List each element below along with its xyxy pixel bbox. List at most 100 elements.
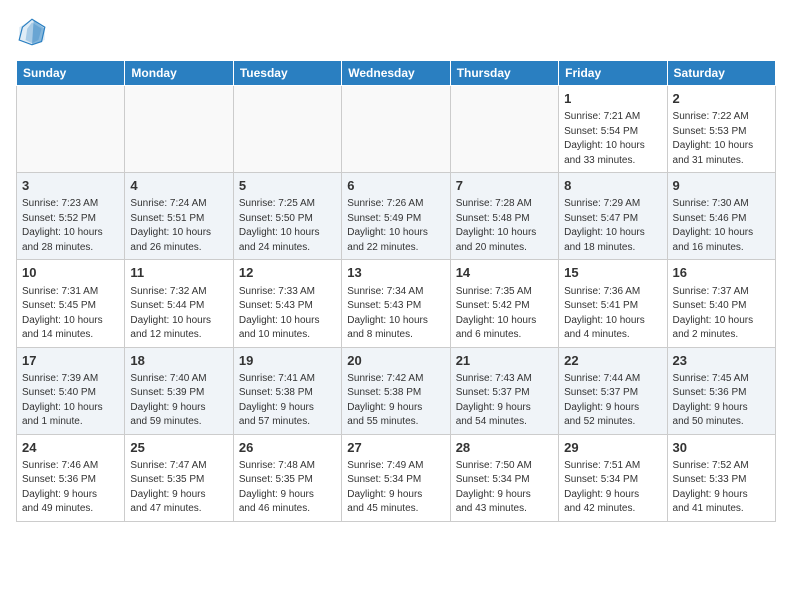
calendar-week-5: 24 Sunrise: 7:46 AM Sunset: 5:36 PM Dayli… (17, 434, 776, 521)
header-row: SundayMondayTuesdayWednesdayThursdayFrid… (17, 61, 776, 86)
day-info: Sunrise: 7:30 AM Sunset: 5:46 PM Dayligh… (673, 197, 770, 255)
column-header-sunday: Sunday (17, 61, 125, 86)
day-number: 3 (22, 177, 119, 195)
calendar-cell: 27 Sunrise: 7:49 AM Sunset: 5:34 PM Dayli… (342, 434, 450, 521)
day-info: Sunrise: 7:39 AM Sunset: 5:40 PM Dayligh… (22, 372, 119, 430)
day-info: Sunrise: 7:25 AM Sunset: 5:50 PM Dayligh… (239, 197, 336, 255)
calendar-cell (125, 86, 233, 173)
calendar-cell: 17Sunrise: 7:39 AM Sunset: 5:40 PM Dayli… (17, 347, 125, 434)
calendar-table: SundayMondayTuesdayWednesdayThursdayFrid… (16, 60, 776, 522)
day-info: Sunrise: 7:32 AM Sunset: 5:44 PM Dayligh… (130, 285, 227, 343)
day-info: Sunrise: 7:46 AM Sunset: 5:36 PM Dayligh… (22, 459, 119, 517)
day-info: Sunrise: 7:28 AM Sunset: 5:48 PM Dayligh… (456, 197, 553, 255)
calendar-cell: 19 Sunrise: 7:41 AM Sunset: 5:38 PM Dayli… (233, 347, 341, 434)
calendar-cell: 12 Sunrise: 7:33 AM Sunset: 5:43 PM Dayli… (233, 260, 341, 347)
day-info: Sunrise: 7:34 AM Sunset: 5:43 PM Dayligh… (347, 285, 444, 343)
column-header-tuesday: Tuesday (233, 61, 341, 86)
logo-icon (16, 16, 48, 48)
calendar-cell: 16 Sunrise: 7:37 AM Sunset: 5:40 PM Dayli… (667, 260, 775, 347)
column-header-saturday: Saturday (667, 61, 775, 86)
day-info: Sunrise: 7:41 AM Sunset: 5:38 PM Dayligh… (239, 372, 336, 430)
day-number: 14 (456, 264, 553, 282)
day-info: Sunrise: 7:23 AM Sunset: 5:52 PM Dayligh… (22, 197, 119, 255)
day-number: 5 (239, 177, 336, 195)
calendar-cell: 13 Sunrise: 7:34 AM Sunset: 5:43 PM Dayli… (342, 260, 450, 347)
calendar-week-4: 17Sunrise: 7:39 AM Sunset: 5:40 PM Dayli… (17, 347, 776, 434)
day-number: 22 (564, 352, 661, 370)
calendar-cell: 10 Sunrise: 7:31 AM Sunset: 5:45 PM Dayli… (17, 260, 125, 347)
calendar-cell: 28Sunrise: 7:50 AM Sunset: 5:34 PM Dayli… (450, 434, 558, 521)
calendar-cell (17, 86, 125, 173)
day-number: 6 (347, 177, 444, 195)
day-info: Sunrise: 7:36 AM Sunset: 5:41 PM Dayligh… (564, 285, 661, 343)
day-number: 19 (239, 352, 336, 370)
calendar-cell: 4Sunrise: 7:24 AM Sunset: 5:51 PM Daylig… (125, 173, 233, 260)
column-header-friday: Friday (559, 61, 667, 86)
calendar-cell: 3 Sunrise: 7:23 AM Sunset: 5:52 PM Daylig… (17, 173, 125, 260)
calendar-cell: 6 Sunrise: 7:26 AM Sunset: 5:49 PM Daylig… (342, 173, 450, 260)
calendar-cell: 20Sunrise: 7:42 AM Sunset: 5:38 PM Dayli… (342, 347, 450, 434)
day-info: Sunrise: 7:37 AM Sunset: 5:40 PM Dayligh… (673, 285, 770, 343)
calendar-week-3: 10 Sunrise: 7:31 AM Sunset: 5:45 PM Dayli… (17, 260, 776, 347)
day-number: 26 (239, 439, 336, 457)
day-info: Sunrise: 7:35 AM Sunset: 5:42 PM Dayligh… (456, 285, 553, 343)
calendar-cell: 25 Sunrise: 7:47 AM Sunset: 5:35 PM Dayli… (125, 434, 233, 521)
day-info: Sunrise: 7:42 AM Sunset: 5:38 PM Dayligh… (347, 372, 444, 430)
logo (16, 16, 52, 48)
day-number: 16 (673, 264, 770, 282)
day-info: Sunrise: 7:52 AM Sunset: 5:33 PM Dayligh… (673, 459, 770, 517)
calendar-cell: 26 Sunrise: 7:48 AM Sunset: 5:35 PM Dayli… (233, 434, 341, 521)
day-info: Sunrise: 7:48 AM Sunset: 5:35 PM Dayligh… (239, 459, 336, 517)
day-number: 21 (456, 352, 553, 370)
calendar-cell: 8 Sunrise: 7:29 AM Sunset: 5:47 PM Daylig… (559, 173, 667, 260)
day-info: Sunrise: 7:45 AM Sunset: 5:36 PM Dayligh… (673, 372, 770, 430)
day-info: Sunrise: 7:47 AM Sunset: 5:35 PM Dayligh… (130, 459, 227, 517)
calendar-week-2: 3 Sunrise: 7:23 AM Sunset: 5:52 PM Daylig… (17, 173, 776, 260)
day-number: 25 (130, 439, 227, 457)
day-number: 12 (239, 264, 336, 282)
day-number: 9 (673, 177, 770, 195)
day-info: Sunrise: 7:22 AM Sunset: 5:53 PM Dayligh… (673, 110, 770, 168)
day-number: 11 (130, 264, 227, 282)
calendar-cell: 1Sunrise: 7:21 AM Sunset: 5:54 PM Daylig… (559, 86, 667, 173)
calendar-cell: 15 Sunrise: 7:36 AM Sunset: 5:41 PM Dayli… (559, 260, 667, 347)
day-info: Sunrise: 7:51 AM Sunset: 5:34 PM Dayligh… (564, 459, 661, 517)
day-number: 15 (564, 264, 661, 282)
day-number: 10 (22, 264, 119, 282)
day-info: Sunrise: 7:24 AM Sunset: 5:51 PM Dayligh… (130, 197, 227, 255)
column-header-wednesday: Wednesday (342, 61, 450, 86)
calendar-header: SundayMondayTuesdayWednesdayThursdayFrid… (17, 61, 776, 86)
calendar-cell: 11 Sunrise: 7:32 AM Sunset: 5:44 PM Dayli… (125, 260, 233, 347)
day-info: Sunrise: 7:33 AM Sunset: 5:43 PM Dayligh… (239, 285, 336, 343)
day-number: 23 (673, 352, 770, 370)
column-header-monday: Monday (125, 61, 233, 86)
day-info: Sunrise: 7:40 AM Sunset: 5:39 PM Dayligh… (130, 372, 227, 430)
day-number: 8 (564, 177, 661, 195)
day-number: 30 (673, 439, 770, 457)
calendar-cell: 2 Sunrise: 7:22 AM Sunset: 5:53 PM Daylig… (667, 86, 775, 173)
calendar-cell: 22Sunrise: 7:44 AM Sunset: 5:37 PM Dayli… (559, 347, 667, 434)
calendar-cell: 23 Sunrise: 7:45 AM Sunset: 5:36 PM Dayli… (667, 347, 775, 434)
calendar-cell: 29Sunrise: 7:51 AM Sunset: 5:34 PM Dayli… (559, 434, 667, 521)
day-number: 28 (456, 439, 553, 457)
calendar-body: 1Sunrise: 7:21 AM Sunset: 5:54 PM Daylig… (17, 86, 776, 522)
day-info: Sunrise: 7:26 AM Sunset: 5:49 PM Dayligh… (347, 197, 444, 255)
day-number: 27 (347, 439, 444, 457)
day-number: 2 (673, 90, 770, 108)
day-number: 24 (22, 439, 119, 457)
calendar-cell: 7Sunrise: 7:28 AM Sunset: 5:48 PM Daylig… (450, 173, 558, 260)
day-info: Sunrise: 7:31 AM Sunset: 5:45 PM Dayligh… (22, 285, 119, 343)
calendar-cell: 21Sunrise: 7:43 AM Sunset: 5:37 PM Dayli… (450, 347, 558, 434)
calendar-cell: 14 Sunrise: 7:35 AM Sunset: 5:42 PM Dayli… (450, 260, 558, 347)
calendar-cell: 9 Sunrise: 7:30 AM Sunset: 5:46 PM Daylig… (667, 173, 775, 260)
calendar-cell: 30 Sunrise: 7:52 AM Sunset: 5:33 PM Dayli… (667, 434, 775, 521)
calendar-cell (342, 86, 450, 173)
day-number: 13 (347, 264, 444, 282)
calendar-cell: 24 Sunrise: 7:46 AM Sunset: 5:36 PM Dayli… (17, 434, 125, 521)
page-header (16, 16, 776, 48)
day-number: 18 (130, 352, 227, 370)
day-info: Sunrise: 7:29 AM Sunset: 5:47 PM Dayligh… (564, 197, 661, 255)
calendar-cell (233, 86, 341, 173)
day-info: Sunrise: 7:49 AM Sunset: 5:34 PM Dayligh… (347, 459, 444, 517)
day-number: 1 (564, 90, 661, 108)
